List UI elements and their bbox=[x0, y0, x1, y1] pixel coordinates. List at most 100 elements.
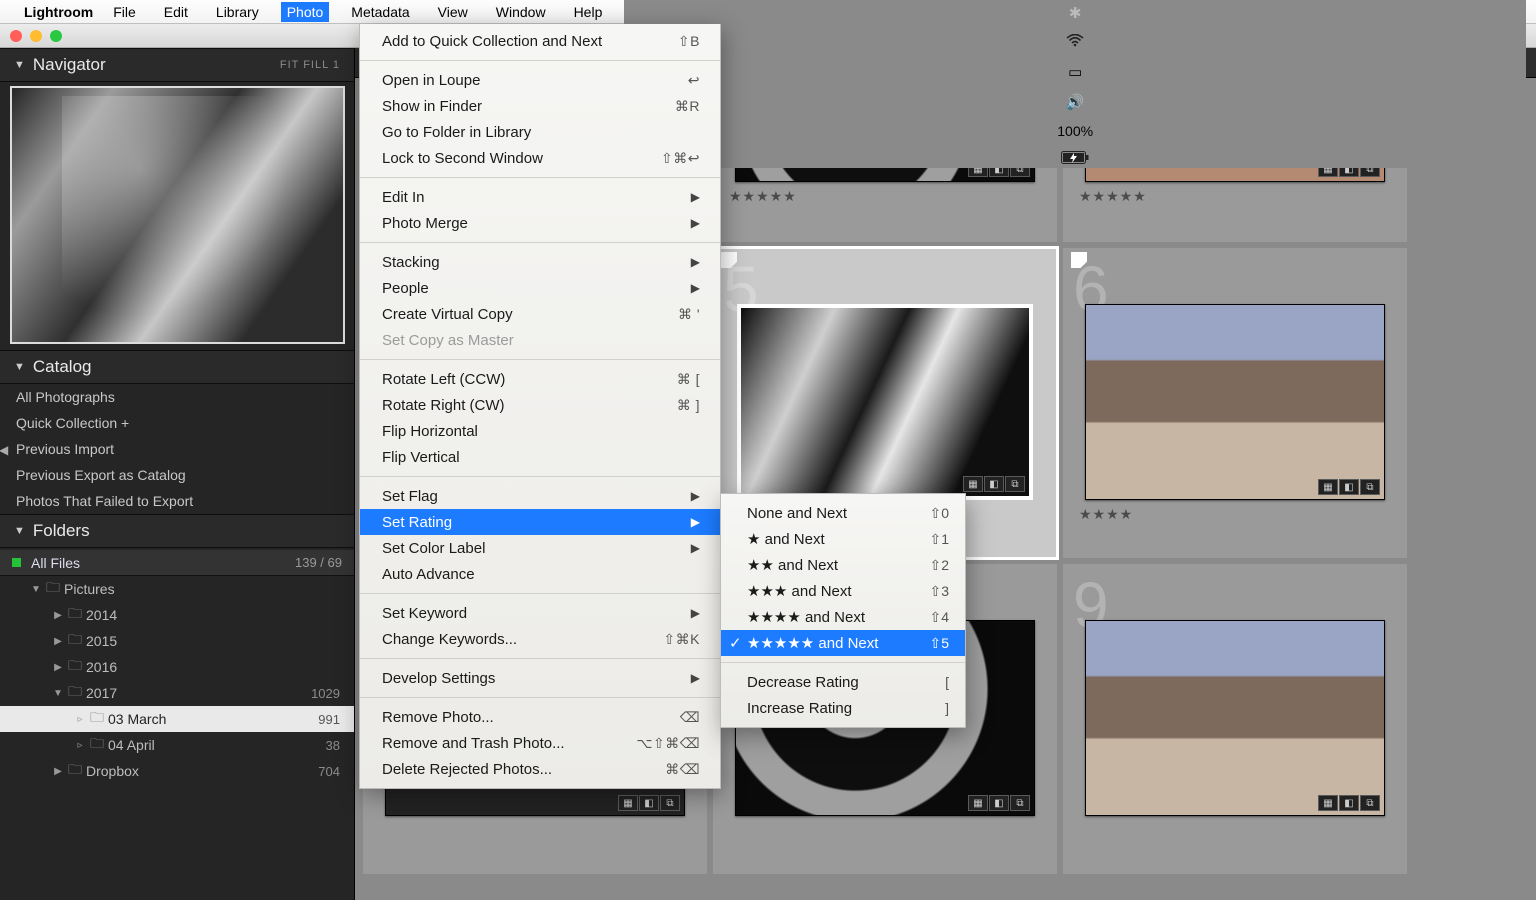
catalog-item[interactable]: Photos That Failed to Export bbox=[0, 488, 354, 514]
menu-metadata[interactable]: Metadata bbox=[345, 2, 415, 22]
badge-icon[interactable]: ◧ bbox=[984, 476, 1004, 492]
catalog-header[interactable]: ▼ Catalog bbox=[0, 350, 354, 384]
menu-item[interactable]: Edit In▶ bbox=[360, 184, 720, 210]
tree-arrow-icon[interactable]: ▼ bbox=[52, 688, 64, 699]
volume-icon[interactable]: 🔊 bbox=[1066, 93, 1085, 111]
folder-row[interactable]: ▶🗀2016 bbox=[0, 654, 354, 680]
folder-row[interactable]: ▹🗀04 April38 bbox=[0, 732, 354, 758]
submenu-item[interactable]: ✓★★★★★ and Next⇧5 bbox=[721, 630, 965, 656]
badge-icon[interactable]: ▦ bbox=[1318, 479, 1338, 495]
badge-icon[interactable]: ◧ bbox=[989, 795, 1009, 811]
menu-item[interactable]: Create Virtual Copy⌘ ' bbox=[360, 301, 720, 327]
submenu-item[interactable]: None and Next⇧0 bbox=[721, 500, 965, 526]
airplay-icon[interactable]: ▭ bbox=[1068, 63, 1082, 81]
thumbnail-image[interactable]: ▦◧⧉ bbox=[1085, 620, 1385, 816]
badge-icon[interactable]: ◧ bbox=[1339, 795, 1359, 811]
menu-library[interactable]: Library bbox=[210, 2, 265, 22]
badge-icon[interactable]: ▦ bbox=[963, 476, 983, 492]
menu-item[interactable]: Open in Loupe↩ bbox=[360, 67, 720, 93]
folders-header[interactable]: ▼ Folders bbox=[0, 514, 354, 548]
menu-item[interactable]: Add to Quick Collection and Next⇧B bbox=[360, 28, 720, 54]
tree-arrow-icon[interactable]: ▶ bbox=[52, 662, 64, 673]
catalog-item[interactable]: Quick Collection + bbox=[0, 410, 354, 436]
wifi-icon[interactable] bbox=[1066, 34, 1084, 51]
menu-item[interactable]: Develop Settings▶ bbox=[360, 665, 720, 691]
minimize-window-icon[interactable] bbox=[30, 30, 42, 42]
menu-item[interactable]: Flip Horizontal bbox=[360, 418, 720, 444]
rating-stars[interactable]: ★★★★ bbox=[1079, 506, 1393, 523]
catalog-item[interactable]: Previous Import bbox=[0, 436, 354, 462]
submenu-item[interactable]: ★★★ and Next⇧3 bbox=[721, 578, 965, 604]
tree-arrow-icon[interactable]: ▶ bbox=[52, 766, 64, 777]
menu-item[interactable]: Lock to Second Window⇧⌘↩ bbox=[360, 145, 720, 171]
close-window-icon[interactable] bbox=[10, 30, 22, 42]
badge-icon[interactable]: ⧉ bbox=[1360, 479, 1380, 495]
volume-row[interactable]: All Files139 / 69 bbox=[0, 550, 354, 576]
tree-arrow-icon[interactable]: ▶ bbox=[52, 636, 64, 647]
menu-item[interactable]: Change Keywords...⇧⌘K bbox=[360, 626, 720, 652]
bluetooth-icon[interactable]: ✱ bbox=[1069, 4, 1082, 22]
menu-item[interactable]: Show in Finder⌘R bbox=[360, 93, 720, 119]
thumbnail-cell[interactable]: 9▦◧⧉ bbox=[1063, 564, 1407, 874]
menu-file[interactable]: File bbox=[107, 2, 142, 22]
rating-stars[interactable]: ★★★★★ bbox=[1079, 188, 1393, 205]
rating-stars[interactable]: ★★★★★ bbox=[729, 188, 1043, 205]
badge-icon[interactable]: ⧉ bbox=[1010, 795, 1030, 811]
menu-item[interactable]: People▶ bbox=[360, 275, 720, 301]
menu-item[interactable]: Stacking▶ bbox=[360, 249, 720, 275]
menu-item[interactable]: Remove and Trash Photo...⌥⇧⌘⌫ bbox=[360, 730, 720, 756]
badge-icon[interactable]: ▦ bbox=[618, 795, 638, 811]
folder-row[interactable]: ▶🗀2014 bbox=[0, 602, 354, 628]
folder-row[interactable]: ▹🗀03 March991 bbox=[0, 706, 354, 732]
submenu-item[interactable]: Increase Rating] bbox=[721, 695, 965, 721]
badge-icon[interactable]: ⧉ bbox=[1360, 795, 1380, 811]
menu-item[interactable]: Photo Merge▶ bbox=[360, 210, 720, 236]
menu-item[interactable]: Set Color Label▶ bbox=[360, 535, 720, 561]
badge-icon[interactable]: ▦ bbox=[968, 795, 988, 811]
menu-item[interactable]: Set Rating▶ bbox=[360, 509, 720, 535]
badge-icon[interactable]: ◧ bbox=[639, 795, 659, 811]
tree-arrow-icon[interactable]: ▹ bbox=[74, 714, 86, 725]
left-collapse-icon[interactable]: ◀ bbox=[0, 443, 8, 457]
submenu-item[interactable]: ★★★★ and Next⇧4 bbox=[721, 604, 965, 630]
folder-row[interactable]: ▶🗀2015 bbox=[0, 628, 354, 654]
thumbnail-cell[interactable]: 6▦◧⧉★★★★ bbox=[1063, 248, 1407, 558]
menu-item[interactable]: Auto Advance bbox=[360, 561, 720, 587]
thumbnail-image[interactable]: ▦◧⧉ bbox=[1085, 304, 1385, 500]
submenu-item[interactable]: ★ and Next⇧1 bbox=[721, 526, 965, 552]
folder-row[interactable]: ▶🗀Dropbox704 bbox=[0, 758, 354, 784]
badge-icon[interactable]: ⧉ bbox=[660, 795, 680, 811]
menu-help[interactable]: Help bbox=[568, 2, 609, 22]
catalog-item[interactable]: Previous Export as Catalog bbox=[0, 462, 354, 488]
menu-item[interactable]: Set Flag▶ bbox=[360, 483, 720, 509]
tree-arrow-icon[interactable]: ▼ bbox=[30, 584, 42, 595]
menu-item[interactable]: Remove Photo...⌫ bbox=[360, 704, 720, 730]
menu-item[interactable]: Go to Folder in Library bbox=[360, 119, 720, 145]
submenu-item[interactable]: Decrease Rating[ bbox=[721, 669, 965, 695]
zoom-window-icon[interactable] bbox=[50, 30, 62, 42]
tree-arrow-icon[interactable]: ▹ bbox=[74, 740, 86, 751]
menu-item[interactable]: Rotate Right (CW)⌘ ] bbox=[360, 392, 720, 418]
folder-row[interactable]: ▼🗀20171029 bbox=[0, 680, 354, 706]
badge-icon[interactable]: ▦ bbox=[1318, 795, 1338, 811]
menu-view[interactable]: View bbox=[432, 2, 474, 22]
badge-icon[interactable]: ◧ bbox=[1339, 479, 1359, 495]
menu-item[interactable]: Flip Vertical bbox=[360, 444, 720, 470]
tree-arrow-icon[interactable]: ▶ bbox=[52, 610, 64, 621]
menu-window[interactable]: Window bbox=[490, 2, 552, 22]
menu-photo[interactable]: Photo bbox=[281, 2, 330, 22]
menu-edit[interactable]: Edit bbox=[158, 2, 194, 22]
navigator-preview[interactable] bbox=[10, 86, 345, 344]
menu-item[interactable]: Delete Rejected Photos...⌘⌫ bbox=[360, 756, 720, 782]
menu-item[interactable]: Rotate Left (CCW)⌘ [ bbox=[360, 366, 720, 392]
menu-item[interactable]: Set Keyword▶ bbox=[360, 600, 720, 626]
navigator-header[interactable]: ▼ Navigator FIT FILL 1 bbox=[0, 48, 354, 82]
navigator-zoom-opts[interactable]: FIT FILL 1 bbox=[280, 59, 340, 71]
catalog-item[interactable]: All Photographs bbox=[0, 384, 354, 410]
submenu-item[interactable]: ★★ and Next⇧2 bbox=[721, 552, 965, 578]
folder-row[interactable]: ▼🗀Pictures bbox=[0, 576, 354, 602]
thumbnail-image[interactable]: ▦◧⧉ bbox=[737, 304, 1033, 500]
badge-icon[interactable]: ⧉ bbox=[1005, 476, 1025, 492]
battery-icon[interactable] bbox=[1061, 151, 1089, 168]
app-name[interactable]: Lightroom bbox=[24, 4, 93, 20]
